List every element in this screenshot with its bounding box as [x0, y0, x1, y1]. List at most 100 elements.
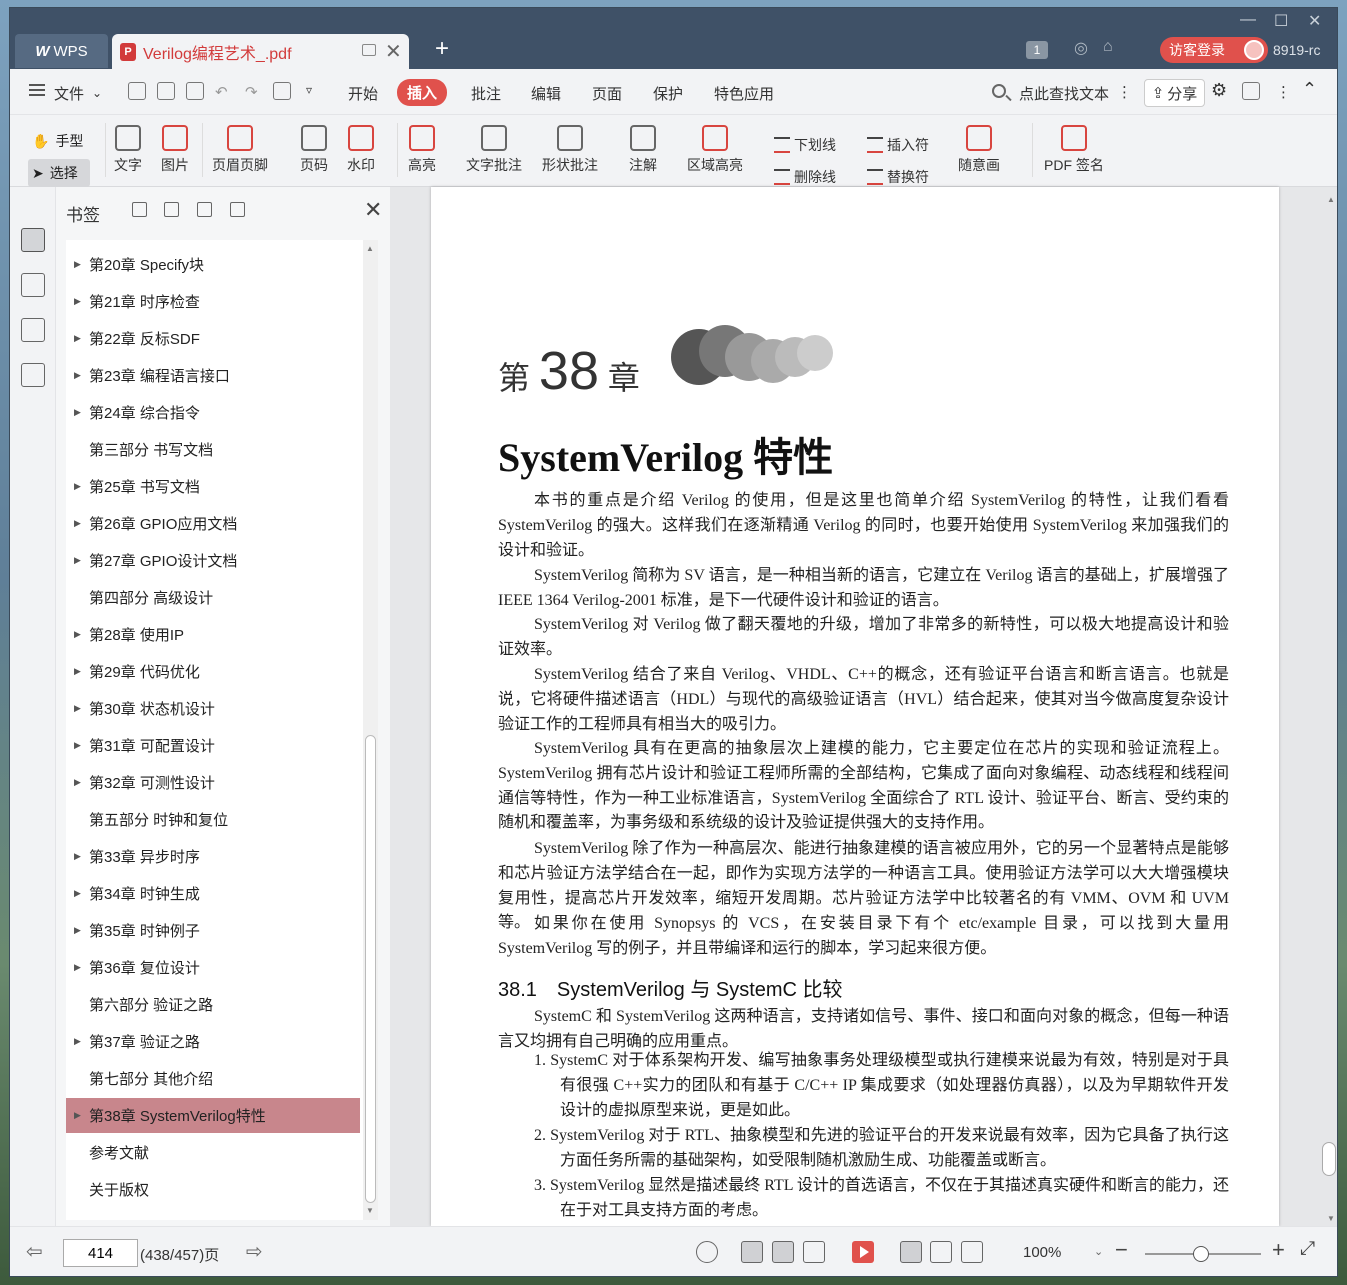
- expand-arrow-icon[interactable]: ▶: [66, 888, 89, 899]
- bookmark-item[interactable]: ▶ 第37章 验证之路: [66, 1024, 360, 1059]
- bookmark-item[interactable]: ▶ 第38章 SystemVerilog特性: [66, 1098, 360, 1133]
- collapse-all-icon[interactable]: [164, 202, 179, 217]
- expand-arrow-icon[interactable]: ▶: [66, 333, 89, 344]
- insert-text-button[interactable]: 文字: [114, 125, 142, 175]
- bookmark-item[interactable]: ▶ 第22章 反标SDF: [66, 321, 360, 356]
- shirt-icon[interactable]: ⌂: [1103, 38, 1113, 56]
- hand-tool-button[interactable]: ✋ 手型: [28, 127, 90, 155]
- maximize-icon[interactable]: ☐: [1274, 11, 1288, 31]
- expand-arrow-icon[interactable]: ▶: [66, 481, 89, 492]
- strikethrough-button[interactable]: 删除线: [774, 167, 836, 187]
- doc-scroll-down-icon[interactable]: ▼: [1327, 1214, 1335, 1223]
- note-button[interactable]: 注解: [629, 125, 657, 175]
- open-folder-icon[interactable]: [128, 82, 146, 100]
- bookmark-item[interactable]: ▶ 第31章 可配置设计: [66, 728, 360, 763]
- tab-start[interactable]: 开始: [348, 83, 378, 104]
- zoom-out-icon[interactable]: −: [1115, 1237, 1128, 1263]
- continuous-view-icon[interactable]: [741, 1241, 763, 1263]
- text-comment-button[interactable]: 文字批注: [466, 125, 522, 175]
- tab-page[interactable]: 页面: [592, 83, 622, 104]
- expand-arrow-icon[interactable]: ▶: [66, 555, 89, 566]
- expand-arrow-icon[interactable]: ▶: [66, 962, 89, 973]
- close-window-icon[interactable]: ✕: [1308, 11, 1321, 31]
- file-menu[interactable]: 文件: [54, 83, 84, 104]
- bookmark-item[interactable]: ▶ 第28章 使用IP: [66, 617, 360, 652]
- tab-insert[interactable]: 插入: [397, 79, 448, 106]
- bookmark-item[interactable]: ▶ 第26章 GPIO应用文档: [66, 506, 360, 541]
- expand-arrow-icon[interactable]: ▶: [66, 407, 89, 418]
- bookmark-item[interactable]: ▶ 第35章 时钟例子: [66, 913, 360, 948]
- underline-button[interactable]: 下划线: [774, 135, 836, 155]
- expand-arrow-icon[interactable]: ▶: [66, 1110, 89, 1121]
- next-page-icon[interactable]: ⇨: [246, 1239, 263, 1264]
- bookmark-item[interactable]: ▶ 第32章 可测性设计: [66, 765, 360, 800]
- bookmark-settings-icon[interactable]: [230, 202, 245, 217]
- bookmark-item[interactable]: ▶ 第36章 复位设计: [66, 950, 360, 985]
- bookmark-item[interactable]: 第四部分 高级设计: [66, 580, 360, 615]
- two-page-view-icon[interactable]: [803, 1241, 825, 1263]
- fullscreen-icon[interactable]: ⤢: [1300, 1238, 1315, 1260]
- expand-arrow-icon[interactable]: ▶: [66, 370, 89, 381]
- bookmark-item[interactable]: 第六部分 验证之路: [66, 987, 360, 1022]
- insert-mark-button[interactable]: 插入符: [867, 135, 929, 155]
- expand-arrow-icon[interactable]: ▶: [66, 666, 89, 677]
- settings-gear-icon[interactable]: ⚙: [1211, 80, 1227, 101]
- more-vertical-icon[interactable]: ⋮: [1117, 83, 1132, 101]
- tab-special-apps[interactable]: 特色应用: [714, 83, 774, 104]
- expand-arrow-icon[interactable]: ▶: [66, 777, 89, 788]
- search-icon[interactable]: [992, 84, 1006, 98]
- window-mode-icon[interactable]: [362, 44, 376, 56]
- add-bookmark-icon[interactable]: [197, 202, 212, 217]
- expand-arrow-icon[interactable]: ▶: [66, 629, 89, 640]
- expand-arrow-icon[interactable]: ▶: [66, 703, 89, 714]
- expand-arrow-icon[interactable]: ▶: [66, 740, 89, 751]
- page-number-button[interactable]: 页码: [300, 125, 328, 175]
- zoom-slider[interactable]: [1145, 1246, 1261, 1262]
- bookmark-item[interactable]: 第七部分 其他介绍: [66, 1061, 360, 1096]
- freehand-button[interactable]: 随意画: [958, 125, 1000, 175]
- actual-size-icon[interactable]: [900, 1241, 922, 1263]
- shape-comment-button[interactable]: 形状批注: [542, 125, 598, 175]
- document-tab[interactable]: P Verilog编程艺术_.pdf ✕: [112, 34, 409, 69]
- expand-arrow-icon[interactable]: ▶: [66, 296, 89, 307]
- feedback-icon[interactable]: [1242, 82, 1260, 100]
- fit-page-icon[interactable]: [930, 1241, 952, 1263]
- chevron-down-icon[interactable]: ⌄: [92, 86, 102, 100]
- print-icon[interactable]: [186, 82, 204, 100]
- replace-mark-button[interactable]: 替换符: [867, 167, 929, 187]
- close-panel-icon[interactable]: ✕: [364, 197, 382, 223]
- bookmark-item[interactable]: ▶ 第34章 时钟生成: [66, 876, 360, 911]
- close-tab-icon[interactable]: ✕: [385, 39, 402, 64]
- bookmark-scrollbar[interactable]: ▲ ▼: [363, 240, 378, 1220]
- bookmark-item[interactable]: ▶ 第24章 综合指令: [66, 395, 360, 430]
- bookmark-item[interactable]: ▶ 第21章 时序检查: [66, 284, 360, 319]
- minimize-icon[interactable]: —: [1240, 11, 1256, 29]
- bookmark-item[interactable]: ▶ 第33章 异步时序: [66, 839, 360, 874]
- bookmarks-panel-icon[interactable]: [21, 228, 45, 252]
- zoom-slider-knob[interactable]: [1193, 1246, 1209, 1262]
- collapse-ribbon-icon[interactable]: ⌃: [1302, 79, 1317, 100]
- bookmark-item[interactable]: ▶ 第30章 状态机设计: [66, 691, 360, 726]
- share-button[interactable]: ⇪ 分享: [1144, 79, 1205, 107]
- bookmark-item[interactable]: ▶ 第25章 书写文档: [66, 469, 360, 504]
- pdf-sign-button[interactable]: PDF 签名: [1044, 125, 1104, 175]
- tab-protect[interactable]: 保护: [653, 83, 683, 104]
- bookmark-item[interactable]: ▶ 第27章 GPIO设计文档: [66, 543, 360, 578]
- expand-arrow-icon[interactable]: ▶: [66, 1036, 89, 1047]
- zoom-in-icon[interactable]: +: [1272, 1237, 1285, 1263]
- convert-icon[interactable]: [273, 82, 291, 100]
- scroll-up-icon[interactable]: ▲: [366, 244, 374, 253]
- undo-icon[interactable]: ↶: [215, 83, 228, 101]
- tab-edit[interactable]: 编辑: [531, 83, 561, 104]
- zoom-dropdown-icon[interactable]: ⌄: [1094, 1245, 1103, 1258]
- guest-login-button[interactable]: 访客登录: [1160, 37, 1268, 63]
- annotations-panel-icon[interactable]: [21, 318, 45, 342]
- bookmark-item[interactable]: 第三部分 书写文档: [66, 432, 360, 467]
- bookmark-item[interactable]: 关于版权: [66, 1172, 360, 1207]
- new-tab-button[interactable]: +: [435, 35, 449, 63]
- bookmark-item[interactable]: ▶ 第23章 编程语言接口: [66, 358, 360, 393]
- insert-image-button[interactable]: 图片: [161, 125, 189, 175]
- bookmark-item[interactable]: ▶ 第20章 Specify块: [66, 247, 360, 282]
- quick-access-more-icon[interactable]: ▿: [306, 83, 312, 97]
- bookmark-item[interactable]: 参考文献: [66, 1135, 360, 1170]
